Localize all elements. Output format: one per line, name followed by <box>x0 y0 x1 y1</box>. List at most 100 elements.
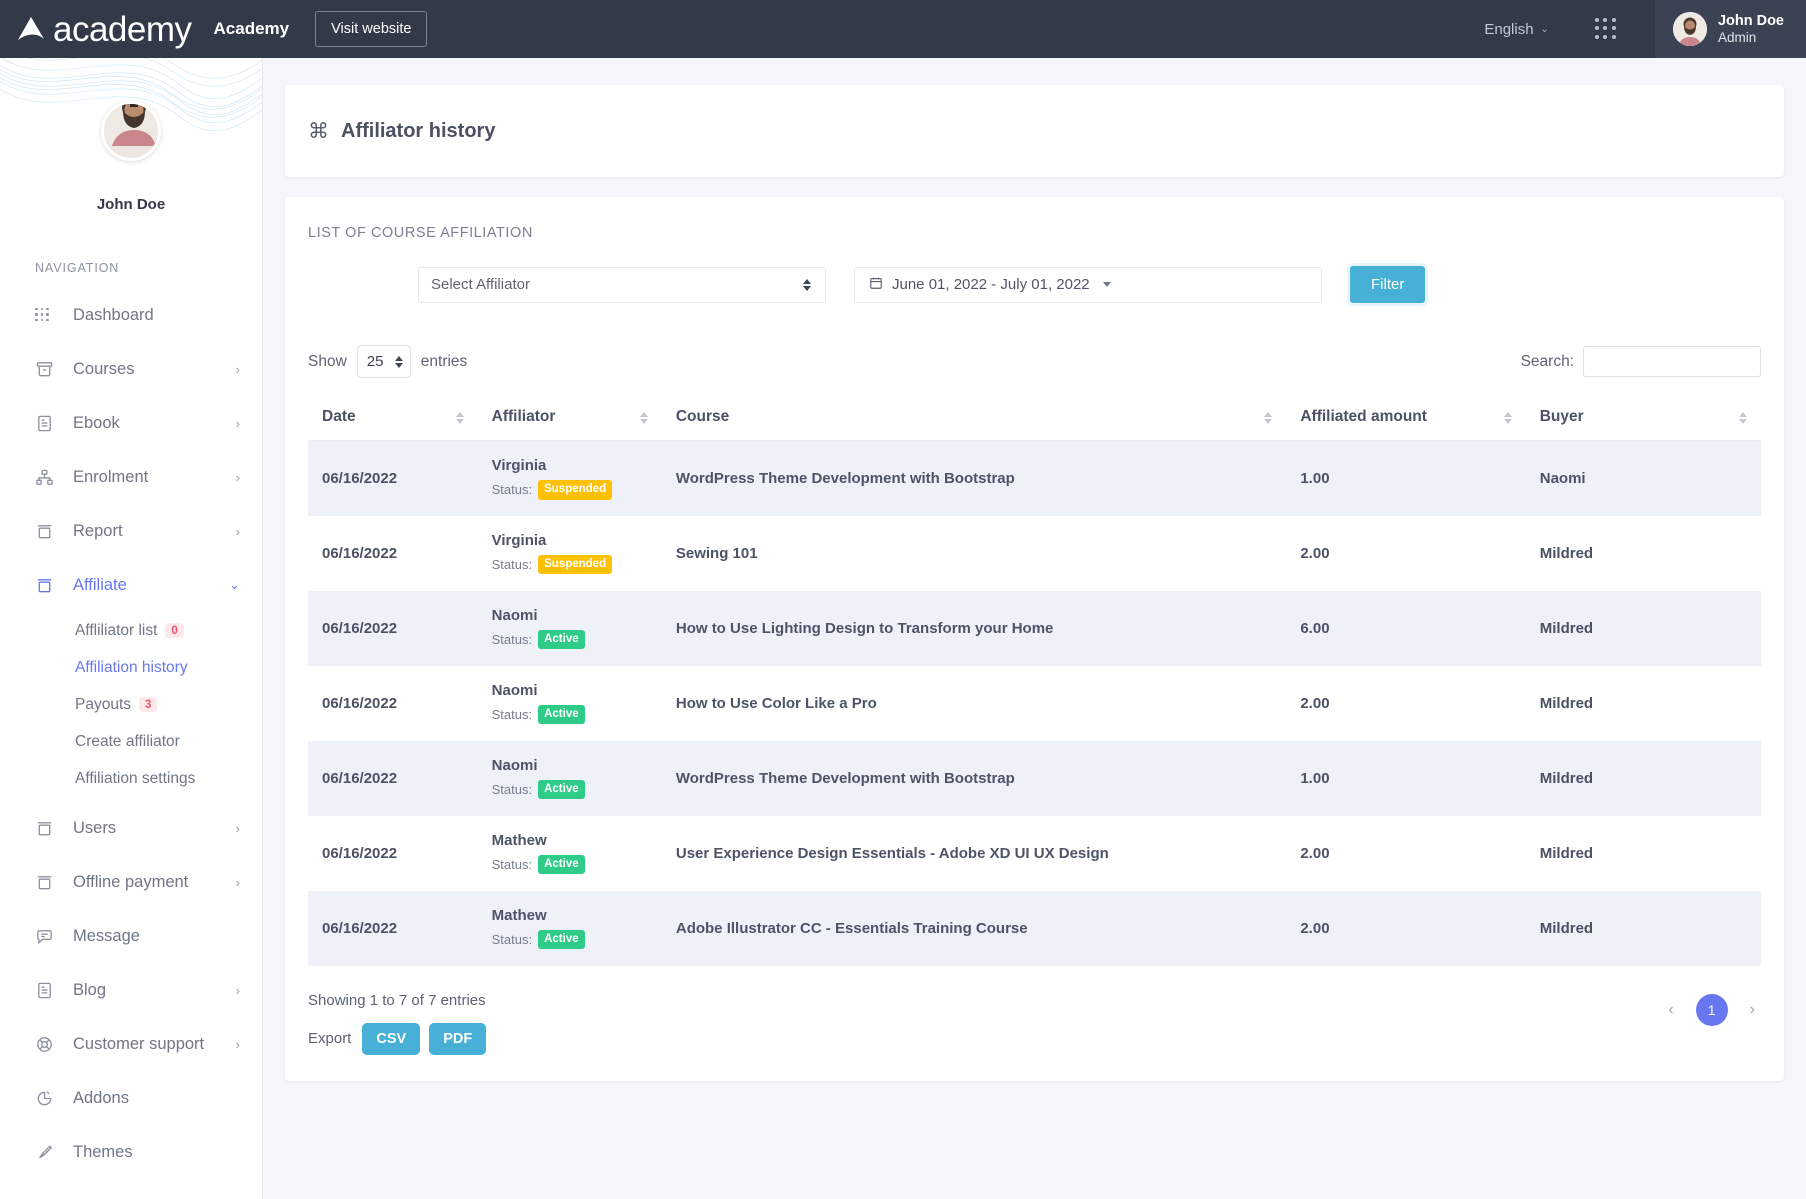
sidebar-item-label: Addons <box>73 1089 240 1108</box>
sidebar-item-dashboard[interactable]: Dashboard <box>0 288 262 342</box>
cell-buyer: Mildred <box>1526 591 1761 666</box>
sidebar-item-settings[interactable]: Settings › <box>0 1179 262 1199</box>
sidebar-item-enrolment[interactable]: Enrolment › <box>0 450 262 504</box>
cell-amount: 1.00 <box>1286 441 1525 516</box>
chevron-down-icon: ⌄ <box>229 577 240 593</box>
pagination-page-1[interactable]: 1 <box>1696 994 1728 1026</box>
page-length-select[interactable]: 25 <box>357 345 411 378</box>
navigation-section-label: NAVIGATION <box>35 261 262 275</box>
user-name: John Doe <box>1718 12 1784 30</box>
sidebar-nav: Dashboard Courses › Ebook › <box>0 288 262 1199</box>
sidebar-subitem-create-affiliator[interactable]: Create affiliator <box>0 723 262 760</box>
badge-count: 3 <box>139 697 157 712</box>
select-arrows-icon <box>803 279 811 291</box>
status-badge: Active <box>538 930 585 950</box>
archive-icon <box>35 360 59 379</box>
sidebar-item-label: Blog <box>73 981 236 1000</box>
status-badge: Active <box>538 780 585 800</box>
table-row: 06/16/2022VirginiaStatus:SuspendedSewing… <box>308 516 1761 591</box>
status-label: Status: <box>492 557 532 572</box>
cell-affiliator: NaomiStatus:Active <box>478 666 662 741</box>
page-header-card: ⌘ Affiliator history <box>285 85 1784 177</box>
sidebar-subitem-payouts[interactable]: Payouts 3 <box>0 686 262 723</box>
pagination-next-button[interactable]: › <box>1744 997 1761 1023</box>
filter-button[interactable]: Filter <box>1350 266 1425 303</box>
cell-date: 06/16/2022 <box>308 816 478 891</box>
entries-label: entries <box>421 353 468 371</box>
table-row: 06/16/2022NaomiStatus:ActiveHow to Use L… <box>308 591 1761 666</box>
pie-chart-icon <box>35 1089 59 1108</box>
select-affiliator-dropdown[interactable]: Select Affiliator <box>418 267 826 303</box>
status-label: Status: <box>492 782 532 797</box>
sidebar-item-ebook[interactable]: Ebook › <box>0 396 262 450</box>
calendar-icon <box>869 276 883 294</box>
table-header: Date Affiliator Course Affiliated amount <box>308 396 1761 441</box>
sidebar-item-affiliate[interactable]: Affiliate ⌄ <box>0 558 262 612</box>
column-label: Affiliator <box>492 408 556 425</box>
sidebar: John Doe NAVIGATION Dashboard Courses › <box>0 58 263 1199</box>
sidebar-item-label: Dashboard <box>73 306 240 325</box>
sidebar-item-blog[interactable]: Blog › <box>0 963 262 1017</box>
export-csv-button[interactable]: CSV <box>362 1023 420 1055</box>
cell-date: 06/16/2022 <box>308 891 478 966</box>
table-row: 06/16/2022VirginiaStatus:SuspendedWordPr… <box>308 441 1761 516</box>
cell-amount: 2.00 <box>1286 516 1525 591</box>
column-header-buyer[interactable]: Buyer <box>1526 396 1761 441</box>
column-header-date[interactable]: Date <box>308 396 478 441</box>
section-title: LIST OF COURSE AFFILIATION <box>308 225 1761 241</box>
visit-website-button[interactable]: Visit website <box>315 11 427 47</box>
sitemap-icon <box>35 468 59 487</box>
sidebar-subitem-affiliation-settings[interactable]: Affiliation settings <box>0 760 262 797</box>
date-range-picker[interactable]: June 01, 2022 - July 01, 2022 <box>854 267 1322 303</box>
sidebar-item-label: Customer support <box>73 1035 236 1054</box>
box-icon <box>35 576 59 595</box>
sidebar-subitem-label: Affliliator list <box>75 622 157 640</box>
chevron-right-icon: › <box>236 416 240 431</box>
sidebar-item-report[interactable]: Report › <box>0 504 262 558</box>
cell-amount: 1.00 <box>1286 741 1525 816</box>
apps-grid-icon[interactable] <box>1595 18 1617 40</box>
sidebar-subitem-label: Create affiliator <box>75 733 180 751</box>
sidebar-item-offline-payment[interactable]: Offline payment › <box>0 855 262 909</box>
sidebar-subitem-affiliation-history[interactable]: Affiliation history <box>0 649 262 686</box>
export-pdf-button[interactable]: PDF <box>429 1023 486 1055</box>
table-row: 06/16/2022MathewStatus:ActiveUser Experi… <box>308 816 1761 891</box>
affiliation-list-card: LIST OF COURSE AFFILIATION Select Affili… <box>285 197 1784 1081</box>
chevron-right-icon: › <box>236 524 240 539</box>
sidebar-subitem-affiliator-list[interactable]: Affliliator list 0 <box>0 612 262 649</box>
sidebar-item-courses[interactable]: Courses › <box>0 342 262 396</box>
column-header-affiliated-amount[interactable]: Affiliated amount <box>1286 396 1525 441</box>
cell-buyer: Mildred <box>1526 516 1761 591</box>
grid-dots-icon <box>35 308 59 323</box>
main-content: ⌘ Affiliator history LIST OF COURSE AFFI… <box>263 58 1806 1199</box>
sort-icon <box>1264 412 1272 424</box>
status-label: Status: <box>492 932 532 947</box>
pagination-prev-button[interactable]: ‹ <box>1662 997 1679 1023</box>
user-role: Admin <box>1718 30 1784 47</box>
sidebar-item-users[interactable]: Users › <box>0 801 262 855</box>
select-affiliator-value: Select Affiliator <box>431 276 530 293</box>
user-profile-menu[interactable]: John Doe Admin <box>1655 0 1806 58</box>
search-input[interactable] <box>1583 346 1761 377</box>
chevron-right-icon: › <box>236 875 240 890</box>
table-row: 06/16/2022NaomiStatus:ActiveWordPress Th… <box>308 741 1761 816</box>
brand-subtitle: Academy <box>214 19 290 39</box>
cell-course: How to Use Color Like a Pro <box>662 666 1286 741</box>
cell-date: 06/16/2022 <box>308 666 478 741</box>
sort-icon <box>1739 412 1747 424</box>
brand-logo[interactable]: academy <box>14 12 192 47</box>
chevron-right-icon: › <box>236 470 240 485</box>
cell-course: WordPress Theme Development with Bootstr… <box>662 741 1286 816</box>
badge-count: 0 <box>165 623 183 638</box>
sidebar-item-addons[interactable]: Addons <box>0 1071 262 1125</box>
chevron-right-icon: › <box>236 1037 240 1052</box>
sidebar-item-customer-support[interactable]: Customer support › <box>0 1017 262 1071</box>
column-header-affiliator[interactable]: Affiliator <box>478 396 662 441</box>
column-header-course[interactable]: Course <box>662 396 1286 441</box>
top-bar-right: English ⌄ John Doe Admin <box>1484 0 1806 58</box>
language-selector[interactable]: English ⌄ <box>1484 21 1549 38</box>
sidebar-item-message[interactable]: Message <box>0 909 262 963</box>
sidebar-item-themes[interactable]: Themes <box>0 1125 262 1179</box>
cell-date: 06/16/2022 <box>308 591 478 666</box>
cell-amount: 2.00 <box>1286 666 1525 741</box>
